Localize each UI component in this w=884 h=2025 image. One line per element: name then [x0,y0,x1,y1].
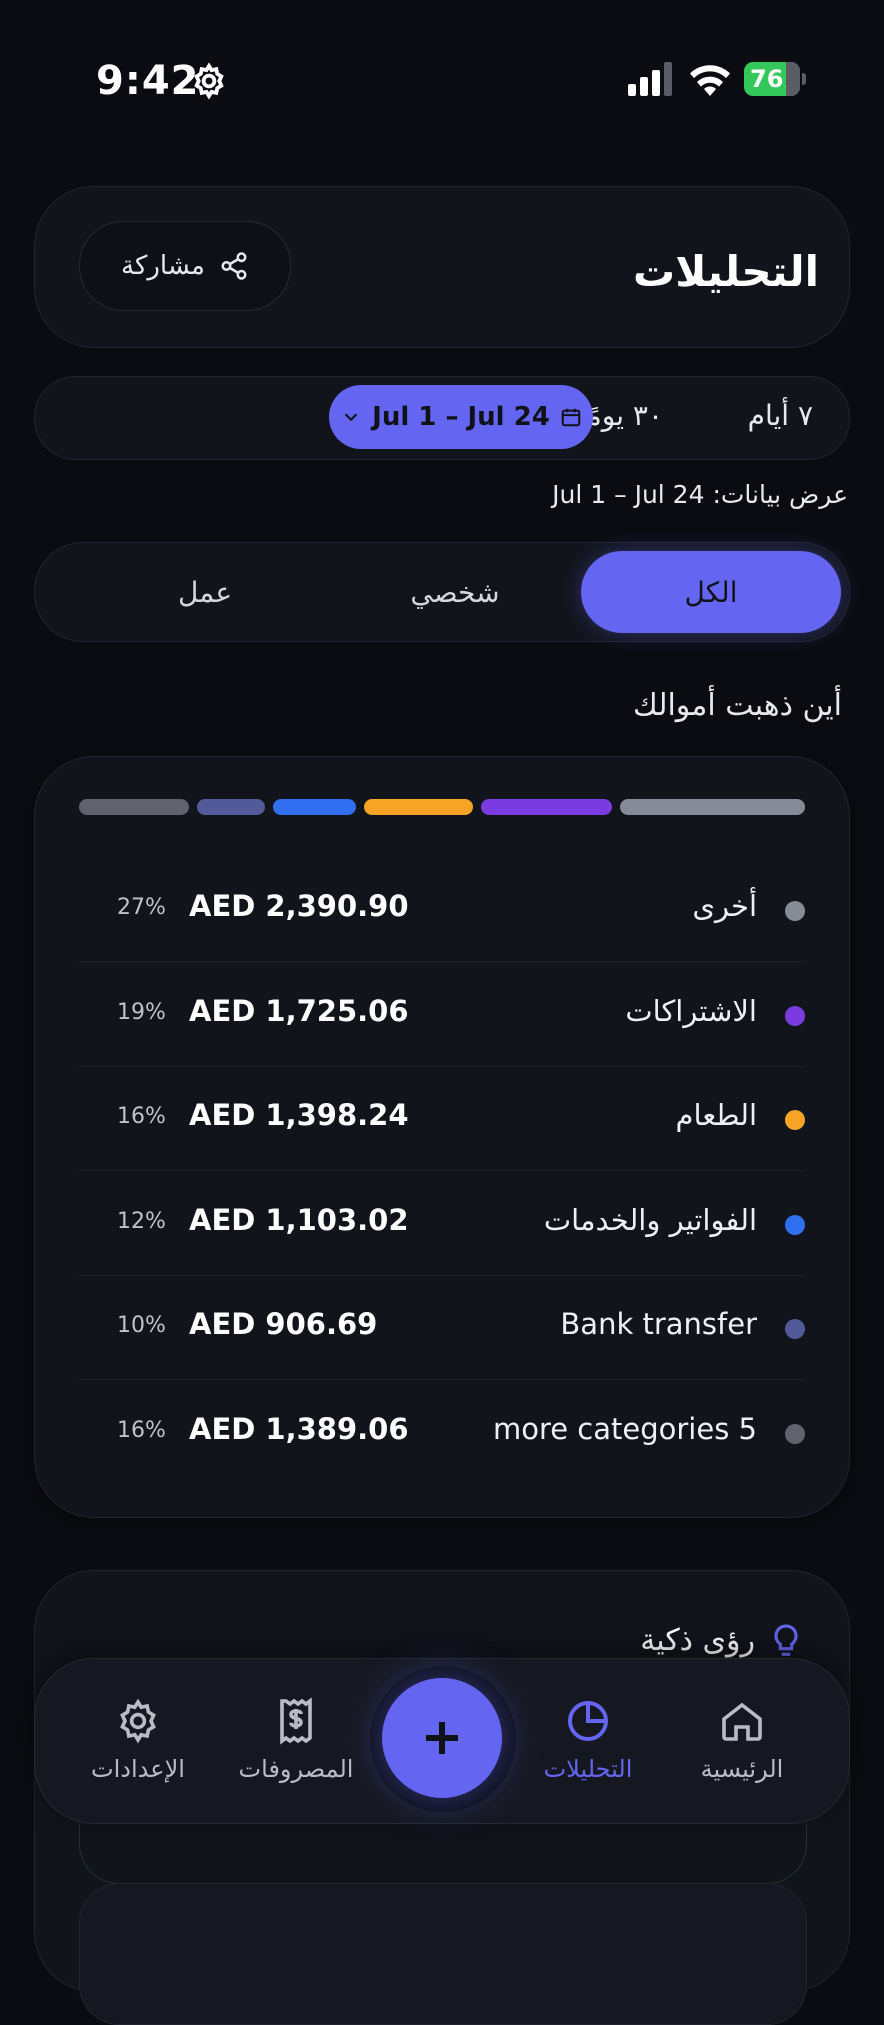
category-row[interactable]: الاشتراكات AED 1,725.06 19% [79,962,805,1067]
category-row[interactable]: الفواتير والخدمات AED 1,103.02 12% [79,1171,805,1276]
pie-chart-icon [568,1700,609,1741]
category-name: Bank transfer [560,1307,757,1341]
range-option-7-days[interactable]: ٧ أيام [748,399,813,432]
segment-work[interactable]: عمل [75,551,335,633]
category-amount: AED 1,103.02 [189,1202,409,1237]
category-color-dot [785,901,805,921]
category-amount: AED 1,725.06 [189,993,409,1028]
spending-breakdown-card: أخرى AED 2,390.90 27% الاشتراكات AED 1,725.0… [34,756,850,1518]
category-color-dot [785,1005,805,1026]
category-percent: 19% [117,999,166,1025]
showing-data-label: عرض بيانات: Jul 1 – Jul 24 [552,480,848,509]
custom-range-button[interactable]: Jul 1 – Jul 24 [329,385,593,449]
category-amount: AED 1,389.06 [189,1411,409,1446]
tab-expenses-label: المصروفات [238,1755,354,1783]
battery-level: 76 [750,65,784,93]
receipt-icon [280,1697,312,1745]
category-bar-segment [481,799,612,815]
home-icon [722,1702,762,1741]
category-percent: 10% [117,1313,166,1338]
date-range-selector: ٧ أيام ٣٠ يومًا Jul 1 – Jul 24 [34,376,850,460]
tab-analytics[interactable]: التحليلات [513,1697,663,1783]
tab-settings[interactable]: الإعدادات [63,1697,213,1783]
category-color-dot [785,1319,805,1339]
category-amount: AED 2,390.90 [189,889,409,923]
category-row[interactable]: الطعام AED 1,398.24 16% [79,1066,805,1171]
add-transaction-button[interactable] [382,1678,502,1798]
tab-analytics-label: التحليلات [543,1755,633,1783]
category-name: الاشتراكات [625,993,757,1028]
segment-personal[interactable]: شخصي [325,551,585,633]
category-color-dot [785,1110,805,1130]
plus-icon [426,1722,458,1754]
calendar-icon [561,408,581,427]
cellular-signal-icon [628,62,672,96]
category-percent: 16% [117,1417,166,1443]
category-color-dot [785,1423,805,1444]
insight-item[interactable] [79,1883,807,2025]
wifi-icon [690,65,730,96]
showing-range: Jul 1 – Jul 24 [552,480,705,509]
header-card: التحليلات مشاركة [34,186,850,348]
category-percent: 27% [117,895,166,920]
settings-gear-icon [194,62,224,100]
gear-icon [120,1698,156,1744]
chevron-down-icon [344,413,358,422]
category-name: الفواتير والخدمات [543,1202,757,1237]
share-icon [221,252,247,280]
battery-indicator: 76⚡ [744,62,806,96]
category-color-dot [785,1214,805,1235]
category-name: أخرى [692,889,757,923]
tab-home-label: الرئيسية [700,1755,784,1783]
category-name: more categories 5 [492,1411,757,1446]
custom-range-label: Jul 1 – Jul 24 [372,402,550,432]
category-amount: AED 906.69 [189,1307,378,1341]
segment-all[interactable]: الكل [581,551,841,633]
page-title: التحليلات [633,247,819,296]
category-bar-segment [619,799,805,815]
share-label: مشاركة [121,251,205,281]
category-name: الطعام [675,1098,757,1132]
filter-segment-control: الكل شخصي عمل [34,542,850,642]
tab-expenses[interactable]: المصروفات [221,1697,371,1783]
status-time: 9:42 [96,58,200,104]
insights-title: رؤى ذكية [640,1623,755,1658]
category-amount: AED 1,398.24 [189,1098,409,1132]
lightbulb-icon [774,1624,798,1662]
category-share-bar [79,757,805,837]
category-bar-segment [363,799,474,815]
category-row[interactable]: أخرى AED 2,390.90 27% [79,857,805,962]
category-percent: 16% [117,1104,166,1129]
tab-home[interactable]: الرئيسية [667,1697,817,1783]
showing-prefix: عرض بيانات: [712,480,848,509]
category-percent: 12% [117,1208,166,1234]
category-bar-segment [273,799,356,815]
tab-settings-label: الإعدادات [91,1755,185,1783]
category-row[interactable]: Bank transfer AED 906.69 10% [79,1275,805,1380]
share-button[interactable]: مشاركة [79,221,291,311]
category-bar-segment [79,799,189,815]
section-title: أين ذهبت أموالك [633,688,842,723]
category-row[interactable]: more categories 5 AED 1,389.06 16% [79,1380,805,1484]
insight-item[interactable] [79,1823,807,1884]
category-bar-segment [196,799,266,815]
